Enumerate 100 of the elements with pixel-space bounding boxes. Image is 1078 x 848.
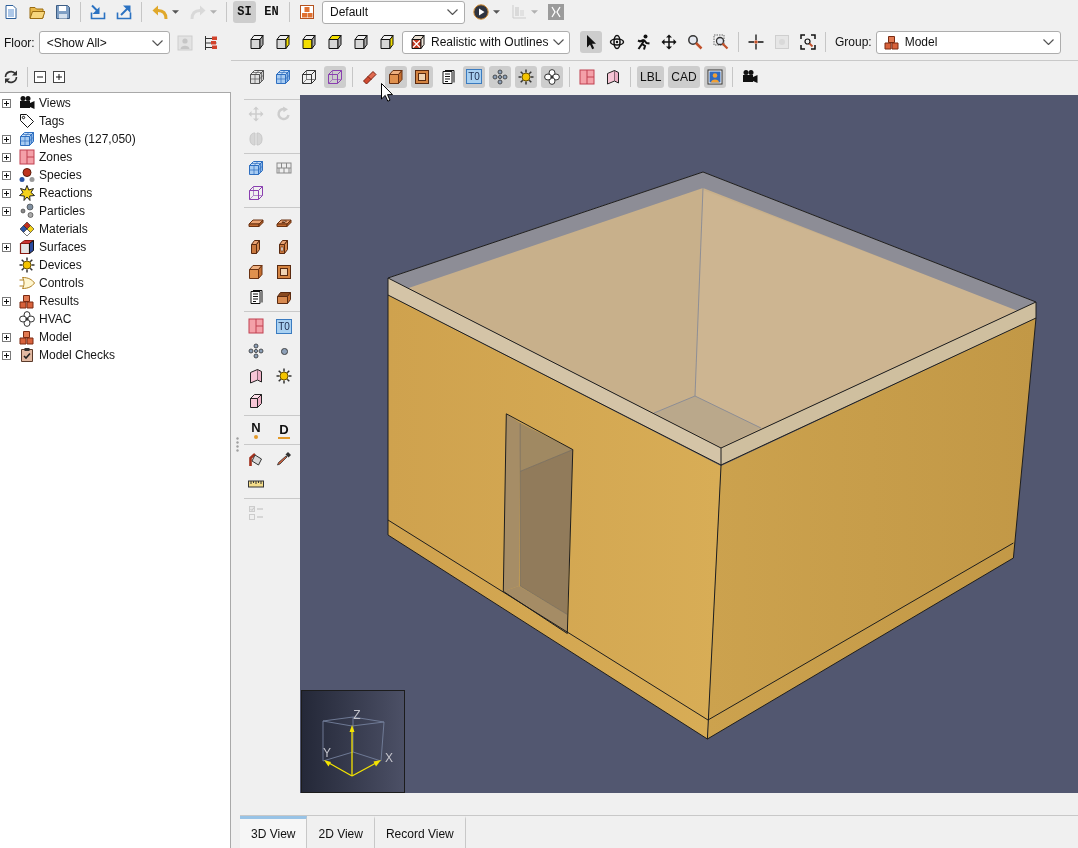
axis-label: X [385, 751, 393, 765]
expand-icon[interactable] [2, 350, 11, 360]
particles-icon [19, 203, 35, 219]
export-icon [116, 4, 132, 20]
hollow-box-icon [414, 68, 430, 85]
tree-item[interactable]: Reactions [39, 184, 93, 202]
zone-icon [248, 318, 264, 334]
3d-viewport[interactable]: Z Y X [300, 95, 1078, 793]
move-arrows-icon [248, 106, 264, 122]
view-tab[interactable]: 3D View [240, 816, 308, 848]
wireframe-cube-icon [248, 185, 264, 201]
tree-item[interactable]: Meshes (127,050) [39, 130, 136, 148]
dropdown[interactable]: Model [875, 30, 1061, 54]
tree-item[interactable]: Zones [39, 148, 73, 166]
tree-item[interactable]: Results [39, 292, 79, 310]
tool-button[interactable] [385, 65, 407, 88]
tree-item[interactable]: Model [39, 328, 72, 346]
shaded-cube-icon [410, 34, 426, 50]
checklist-icon [248, 505, 264, 521]
caret-icon [209, 10, 217, 14]
grip-handle-icon[interactable] [236, 436, 239, 452]
cube-icon [275, 34, 291, 50]
expand-icon[interactable] [2, 332, 11, 342]
cube-icon [301, 34, 317, 50]
paint-bucket-icon [248, 451, 264, 467]
expand-icon[interactable] [2, 206, 11, 216]
tree-item[interactable]: Tags [39, 112, 65, 130]
logic-gate-icon [19, 275, 35, 291]
toggle-button[interactable]: SI [233, 1, 256, 23]
toggle-button[interactable]: LBL [637, 65, 665, 88]
chevron-down-icon [553, 39, 565, 45]
fan-icon [19, 311, 35, 327]
chevron-down-icon [1042, 39, 1054, 45]
panel-icon [605, 68, 621, 85]
tool-button[interactable] [541, 65, 563, 88]
tree-item[interactable]: Controls [39, 274, 84, 292]
document-icon [440, 68, 456, 85]
chevron-down-icon [151, 39, 163, 46]
toggle-button[interactable]: CAD [668, 65, 700, 88]
toggle-button[interactable]: EN [260, 1, 283, 23]
zoom-icon [687, 34, 703, 50]
tag-icon [19, 113, 35, 129]
clipboard-icon [19, 347, 35, 363]
tool-button[interactable] [797, 31, 819, 53]
frame-icon [774, 34, 790, 50]
orbit-icon [609, 34, 625, 50]
tool-button[interactable]: D [272, 419, 296, 441]
tree-item[interactable]: Model Checks [39, 346, 116, 364]
chevron-down-icon [447, 9, 458, 15]
tool-button[interactable] [515, 65, 537, 88]
mouse-pointer-icon [381, 83, 393, 102]
toggle-button[interactable]: T0 [272, 315, 296, 337]
mesh-cube-icon [249, 68, 265, 85]
move-arrows-icon [661, 34, 677, 50]
tree-item[interactable]: HVAC [39, 310, 72, 328]
hollow-box-icon [276, 264, 292, 280]
sun-icon [19, 257, 35, 273]
tool-button[interactable] [411, 65, 433, 88]
tree-item[interactable]: Materials [39, 220, 88, 238]
cube-icon [327, 34, 343, 50]
tilted-blocks-icon [362, 68, 378, 85]
picture-icon [706, 68, 723, 85]
tool-button[interactable] [580, 31, 602, 53]
expand-icon[interactable] [2, 98, 11, 108]
expand-icon[interactable] [2, 296, 11, 306]
toggle-button[interactable]: T0 [463, 65, 485, 88]
sun-icon [518, 68, 534, 85]
save-icon [55, 4, 71, 20]
zone-icon [579, 68, 595, 85]
dropdown[interactable]: Realistic with Outlines [402, 30, 570, 54]
box-icon [248, 393, 264, 409]
expand-icon[interactable] [2, 152, 11, 162]
view-tab[interactable]: 2D View [307, 816, 375, 848]
tree-item[interactable]: Surfaces [39, 238, 87, 256]
panel-icon [248, 368, 264, 384]
view-tab[interactable]: Record View [374, 816, 466, 848]
group-label: Group: [835, 34, 872, 51]
document-icon [248, 289, 264, 305]
axis-label: Z [353, 708, 361, 722]
collapse-all-icon [32, 68, 48, 85]
mirror-icon [248, 131, 264, 147]
eyedropper-icon [276, 451, 292, 467]
tree-item[interactable]: Species [39, 166, 82, 184]
crosshair-icon [748, 34, 764, 50]
molecule-icon [19, 167, 35, 183]
floor-label: Floor: [4, 34, 35, 52]
expand-icon[interactable] [2, 242, 11, 252]
tree-item[interactable]: Particles [39, 202, 85, 220]
tree-item[interactable]: Views [39, 94, 71, 112]
tool-button[interactable]: N [244, 419, 268, 441]
surface-box-icon [19, 239, 35, 255]
tree-item[interactable]: Devices [39, 256, 82, 274]
expand-icon[interactable] [2, 170, 11, 180]
dots-icon [492, 68, 508, 85]
dropdown[interactable]: <Show All> [38, 31, 170, 54]
grid-lines-icon [276, 160, 292, 176]
expand-icon[interactable] [2, 188, 11, 198]
chart-icon [510, 4, 527, 20]
dropdown[interactable]: Default [322, 0, 465, 24]
expand-icon[interactable] [2, 134, 11, 144]
